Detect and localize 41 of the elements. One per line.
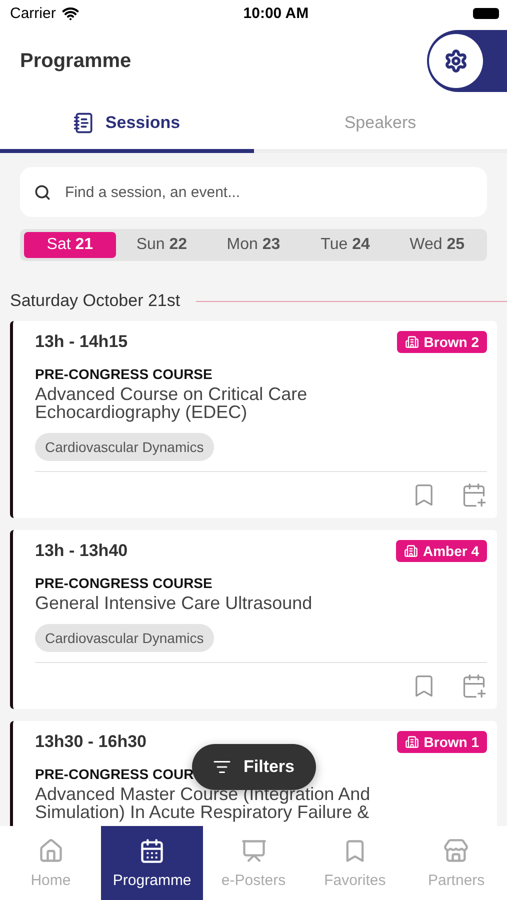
room-badge: Brown 1 bbox=[396, 731, 487, 753]
day-tab[interactable]: Tue 24 bbox=[299, 232, 392, 258]
building-icon bbox=[404, 735, 419, 749]
topic-tag: Cardiovascular Dynamics bbox=[35, 624, 214, 652]
page-title: Programme bbox=[20, 50, 132, 72]
house-icon bbox=[38, 838, 64, 864]
battery-icon bbox=[473, 8, 499, 18]
room-badge: Brown 2 bbox=[396, 331, 487, 353]
day-tab[interactable]: Sun 22 bbox=[116, 232, 208, 258]
carrier-text: Carrier bbox=[10, 4, 56, 22]
wifi-icon bbox=[62, 4, 79, 22]
session-card[interactable]: 13h - 14h15 Brown 2 PRE-CONGRESS COURSE Advanced Course on Critical Care Echocardiography (EDEC) Cardiovascular Dynamics bbox=[10, 321, 497, 518]
day-tab[interactable]: Sat 21 bbox=[24, 232, 116, 258]
topic-tag: Cardiovascular Dynamics bbox=[35, 433, 214, 461]
search-field[interactable]: Find a session, an event... bbox=[20, 167, 487, 217]
nav-item[interactable]: Programme bbox=[101, 826, 203, 900]
building-icon bbox=[404, 544, 418, 558]
easel-icon bbox=[240, 838, 267, 864]
session-category: PRE-CONGRESS COURSE bbox=[35, 366, 212, 382]
session-card[interactable]: 13h - 13h40 Amber 4 PRE-CONGRESS COURSE General Intensive Care Ultrasound Cardiovascular Dynamics bbox=[10, 530, 497, 709]
session-time: 13h - 14h15 bbox=[35, 332, 128, 352]
building-icon bbox=[404, 335, 419, 349]
add-to-calendar-icon[interactable] bbox=[461, 482, 487, 508]
session-title: Advanced Course on Critical Care Echocardiography (EDEC) bbox=[35, 385, 308, 421]
session-title: General Intensive Care Ultrasound bbox=[35, 594, 312, 612]
day-tab[interactable]: Mon 23 bbox=[208, 232, 300, 258]
room-badge: Amber 4 bbox=[396, 540, 487, 562]
session-time: 13h30 - 16h30 bbox=[35, 732, 147, 752]
session-category: PRE-CONGRESS COUR bbox=[35, 766, 194, 782]
tab[interactable]: Sessions bbox=[0, 96, 254, 153]
search-icon bbox=[34, 184, 51, 200]
day-tab[interactable]: Wed 25 bbox=[391, 232, 483, 258]
session-time: 13h - 13h40 bbox=[35, 541, 128, 561]
filter-icon bbox=[213, 758, 232, 776]
section-title: Saturday October 21st bbox=[10, 291, 180, 311]
stall-icon bbox=[443, 838, 470, 864]
add-to-calendar-icon[interactable] bbox=[461, 673, 487, 699]
settings-button[interactable] bbox=[429, 34, 483, 88]
status-time: 10:00 AM bbox=[243, 4, 309, 22]
settings-icon bbox=[444, 49, 468, 73]
session-category: PRE-CONGRESS COURSE bbox=[35, 575, 212, 591]
